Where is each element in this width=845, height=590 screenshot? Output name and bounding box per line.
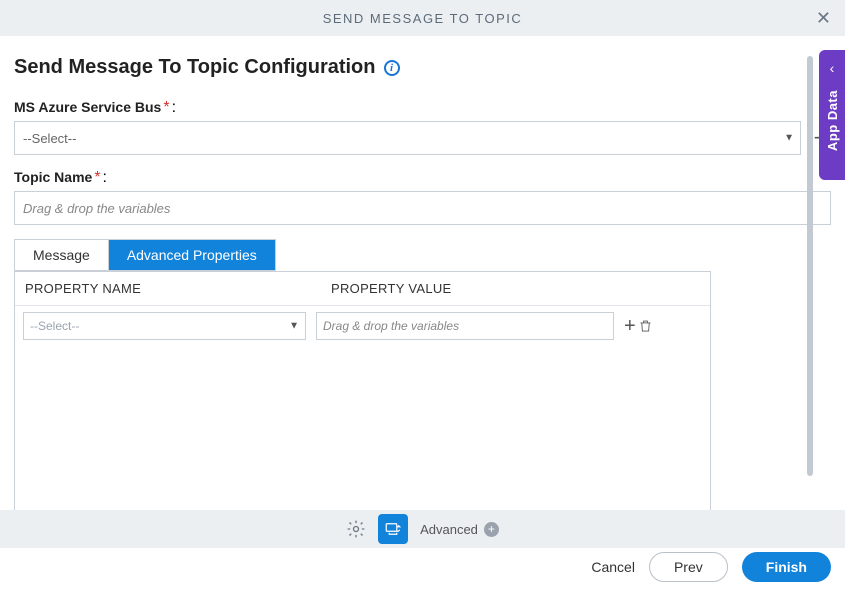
row-actions: + <box>624 316 653 336</box>
scroll-thumb[interactable] <box>807 56 813 476</box>
footer-buttons: Cancel Prev Finish <box>591 552 831 582</box>
gear-icon[interactable] <box>346 519 366 539</box>
tab-message[interactable]: Message <box>15 240 109 270</box>
cancel-button[interactable]: Cancel <box>591 559 635 575</box>
page-title: Send Message To Topic Configuration <box>14 56 376 79</box>
modal-title: SEND MESSAGE TO TOPIC <box>323 11 523 26</box>
property-name-select[interactable]: --Select-- ▼ <box>23 312 306 340</box>
close-icon[interactable]: ✕ <box>816 8 831 29</box>
finish-button[interactable]: Finish <box>742 552 831 582</box>
field-azure-service-bus: MS Azure Service Bus*: --Select-- ▼ + <box>14 99 831 155</box>
field-label-azure: MS Azure Service Bus <box>14 99 161 115</box>
field-label-topic: Topic Name <box>14 169 92 185</box>
tool-icon[interactable] <box>378 514 408 544</box>
advanced-label-text: Advanced <box>420 522 478 537</box>
add-row-icon[interactable]: + <box>624 316 636 336</box>
tab-bar: Message Advanced Properties <box>14 239 276 271</box>
advanced-toggle[interactable]: Advanced + <box>420 522 499 537</box>
field-topic-name: Topic Name*: Drag & drop the variables <box>14 169 831 225</box>
col-property-name: PROPERTY NAME <box>15 281 323 296</box>
footer-toolbar: Advanced + <box>0 510 845 548</box>
app-data-label: App Data <box>825 90 840 151</box>
col-property-value: PROPERTY VALUE <box>323 281 710 296</box>
required-marker: * <box>94 169 100 186</box>
select-value: --Select-- <box>23 131 76 146</box>
property-row: --Select-- ▼ Drag & drop the variables + <box>15 306 710 346</box>
properties-header: PROPERTY NAME PROPERTY VALUE <box>15 272 710 306</box>
modal-header: SEND MESSAGE TO TOPIC ✕ <box>0 0 845 36</box>
property-value-input[interactable]: Drag & drop the variables <box>316 312 614 340</box>
prev-button[interactable]: Prev <box>649 552 728 582</box>
chevron-down-icon: ▼ <box>289 321 299 332</box>
chevron-down-icon: ▼ <box>784 133 794 144</box>
select-value: --Select-- <box>30 319 79 333</box>
azure-service-bus-select[interactable]: --Select-- ▼ <box>14 121 801 155</box>
scrollbar[interactable] <box>807 56 813 476</box>
page-title-row: Send Message To Topic Configuration i <box>14 56 831 79</box>
info-icon[interactable]: i <box>384 60 400 76</box>
topic-name-input[interactable]: Drag & drop the variables <box>14 191 831 225</box>
plus-circle-icon: + <box>484 522 499 537</box>
tab-advanced-properties[interactable]: Advanced Properties <box>109 240 275 270</box>
trash-icon[interactable] <box>638 318 653 334</box>
properties-panel: PROPERTY NAME PROPERTY VALUE --Select-- … <box>14 271 711 521</box>
app-data-drawer-tab[interactable]: ‹ App Data <box>819 50 845 180</box>
required-marker: * <box>163 99 169 116</box>
chevron-left-icon: ‹ <box>830 60 835 76</box>
content-area: Send Message To Topic Configuration i MS… <box>0 36 845 521</box>
